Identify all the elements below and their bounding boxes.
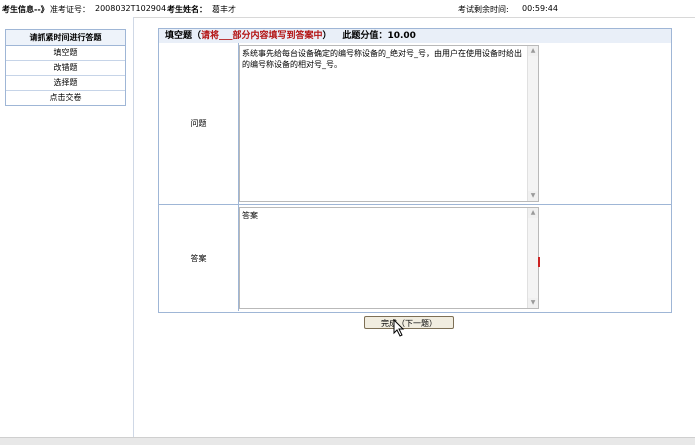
scroll-down-icon[interactable]: ▼ (528, 191, 538, 201)
question-type-label: 填空题（ (165, 31, 202, 41)
name-value: 葛丰才 (212, 5, 236, 14)
menu-item-fill-blank[interactable]: 填空题 (6, 46, 125, 61)
scroll-up-icon[interactable]: ▲ (528, 208, 538, 218)
time-left-label: 考试剩余时间: (458, 5, 509, 14)
question-textarea[interactable]: 系统事先给每台设备确定的编号称设备的_绝对号_号，由用户在使用设备时给出的编号称… (239, 45, 539, 202)
answer-row: 答案 答案 ▲ ▼ (159, 205, 671, 311)
question-table: 问题 系统事先给每台设备确定的编号称设备的_绝对号_号，由用户在使用设备时给出的… (158, 43, 672, 313)
instruction-text: 请将___部分内容填写到答案中 (201, 31, 323, 41)
question-text: 系统事先给每台设备确定的编号称设备的_绝对号_号，由用户在使用设备时给出的编号称… (242, 49, 522, 69)
text-caret-marker (538, 257, 540, 267)
time-left-value: 00:59:44 (522, 4, 558, 13)
question-label: 问题 (159, 43, 239, 204)
answer-label: 答案 (159, 205, 239, 311)
menu-title: 请抓紧时间进行答题 (6, 30, 125, 46)
next-question-button[interactable]: 完成（下一题） (364, 316, 454, 329)
mouse-cursor-icon (393, 319, 405, 337)
answer-text: 答案 (242, 211, 258, 220)
question-scrollbar[interactable]: ▲ ▼ (527, 46, 538, 201)
top-info-bar: 考生信息--》 准考证号： 2008032T102904 考生姓名： 葛丰才 考… (0, 0, 695, 18)
score-value: 10.00 (387, 31, 416, 41)
name-label: 考生姓名： (167, 5, 207, 14)
scroll-up-icon[interactable]: ▲ (528, 46, 538, 56)
question-row: 问题 系统事先给每台设备确定的编号称设备的_绝对号_号，由用户在使用设备时给出的… (159, 43, 671, 205)
answer-textarea[interactable]: 答案 ▲ ▼ (239, 207, 539, 309)
menu-item-submit[interactable]: 点击交卷 (6, 91, 125, 105)
examinee-info-label: 考生信息--》 (2, 5, 49, 14)
question-menu: 请抓紧时间进行答题 填空题 改错题 选择题 点击交卷 (5, 29, 126, 106)
menu-item-choice[interactable]: 选择题 (6, 76, 125, 91)
sidebar: 请抓紧时间进行答题 填空题 改错题 选择题 点击交卷 (0, 17, 134, 444)
main-content: 填空题（请将___部分内容填写到答案中） 此题分值：10.00 问题 系统事先给… (134, 17, 695, 444)
answer-scrollbar[interactable]: ▲ ▼ (527, 208, 538, 308)
question-type-label-end: ） (322, 31, 332, 41)
scroll-down-icon[interactable]: ▼ (528, 298, 538, 308)
question-header: 填空题（请将___部分内容填写到答案中） 此题分值：10.00 (158, 28, 672, 44)
exam-id-label: 准考证号： (50, 5, 90, 14)
score-label: 此题分值： (342, 31, 388, 41)
menu-item-correction[interactable]: 改错题 (6, 61, 125, 76)
exam-id-value: 2008032T102904 (95, 4, 167, 13)
